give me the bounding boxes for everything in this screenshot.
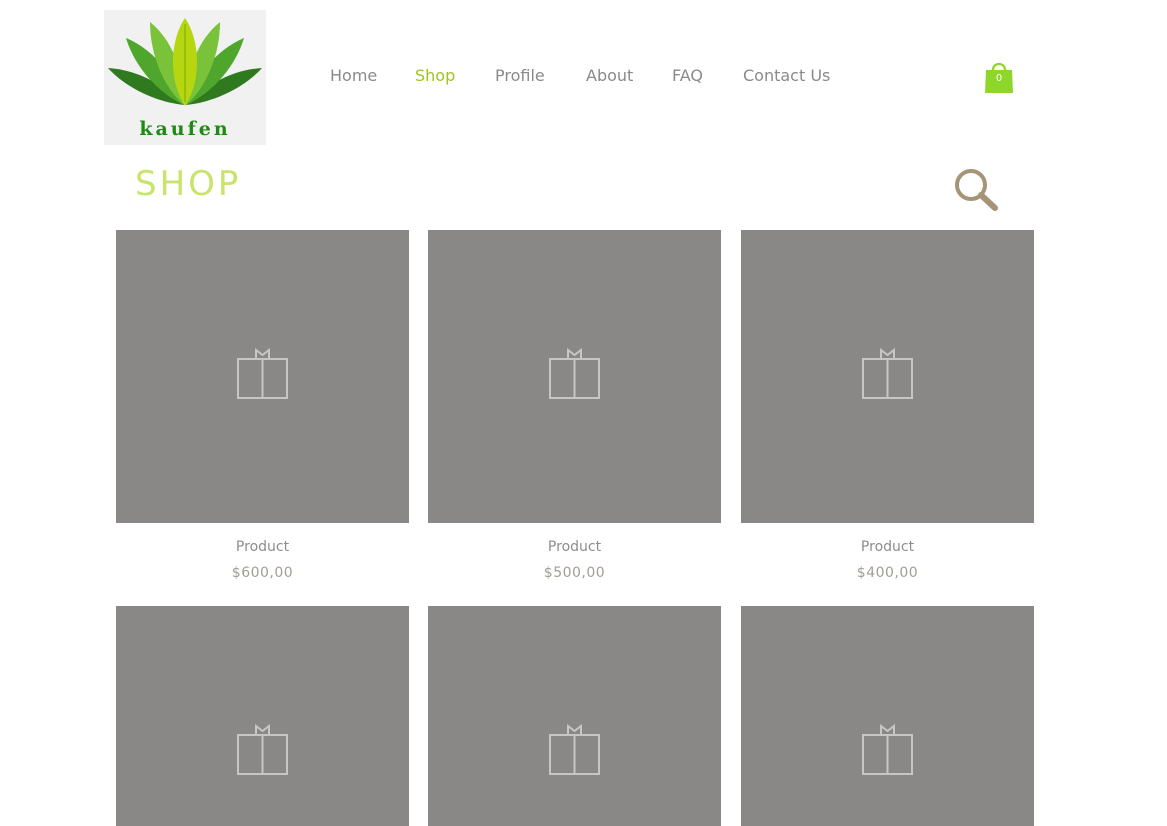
page-title: SHOP — [135, 164, 242, 204]
product-image[interactable] — [428, 230, 721, 523]
product-card[interactable] — [741, 606, 1034, 826]
cart-button[interactable]: 0 — [983, 58, 1015, 94]
gift-box-icon — [237, 348, 288, 399]
cart-count: 0 — [995, 73, 1003, 84]
product-image[interactable] — [428, 606, 721, 826]
product-image[interactable] — [116, 606, 409, 826]
gift-box-icon — [549, 724, 600, 775]
gift-box-icon — [862, 348, 913, 399]
product-name[interactable]: Product — [116, 539, 409, 557]
shop-page: kaufen Home Shop Profile About FAQ Conta… — [0, 0, 1167, 826]
product-name[interactable]: Product — [428, 539, 721, 557]
product-price: $600,00 — [231, 565, 294, 581]
product-card[interactable]: Product $600,00 — [116, 230, 409, 581]
product-card[interactable] — [428, 606, 721, 826]
product-price: $400,00 — [856, 565, 919, 581]
product-image[interactable] — [741, 230, 1034, 523]
product-name[interactable]: Product — [741, 539, 1034, 557]
nav-item-home[interactable]: Home — [330, 66, 377, 85]
product-image[interactable] — [116, 230, 409, 523]
nav-item-faq[interactable]: FAQ — [672, 66, 703, 85]
search-icon — [955, 169, 998, 211]
product-card[interactable] — [116, 606, 409, 826]
nav-item-about[interactable]: About — [586, 66, 633, 85]
product-price: $500,00 — [543, 565, 606, 581]
search-button[interactable] — [952, 167, 1000, 213]
site-logo[interactable]: kaufen — [104, 10, 266, 145]
nav-item-contact-us[interactable]: Contact Us — [743, 66, 830, 85]
gift-box-icon — [237, 724, 288, 775]
product-image[interactable] — [741, 606, 1034, 826]
nav-item-profile[interactable]: Profile — [495, 66, 545, 85]
gift-box-icon — [549, 348, 600, 399]
gift-box-icon — [862, 724, 913, 775]
logo-text: kaufen — [139, 118, 231, 140]
product-card[interactable]: Product $400,00 — [741, 230, 1034, 581]
product-card[interactable]: Product $500,00 — [428, 230, 721, 581]
nav-item-shop[interactable]: Shop — [415, 66, 455, 85]
lotus-leaf-logo-icon — [108, 18, 262, 106]
